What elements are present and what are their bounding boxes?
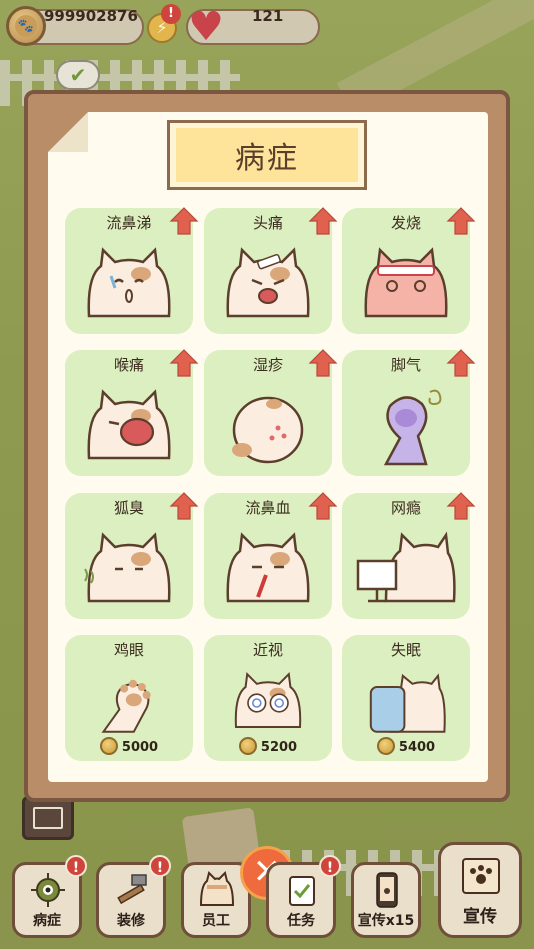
price-amount: 5400 [398, 740, 436, 755]
menu-diseases-button[interactable]: 病症 ! [12, 855, 87, 938]
upgrade-arrow-icon[interactable] [169, 348, 199, 378]
disease-label: 近视 [252, 641, 283, 659]
alert-badge: ! [65, 855, 87, 877]
checklist-icon [289, 876, 315, 906]
unlock-price: 5000 [65, 737, 193, 755]
menu-tasks-button[interactable]: 任务 ! [266, 855, 341, 938]
disease-card-headache[interactable]: 头痛 [204, 208, 332, 334]
disease-card-athletes-foot[interactable]: 脚气 [342, 350, 470, 476]
upgrade-arrow-icon[interactable] [446, 206, 476, 236]
price-amount: 5000 [121, 740, 159, 755]
phone-paw-icon [376, 872, 398, 908]
coin-amount: 999902876 [44, 7, 138, 25]
panel-title-box: 病症 [167, 120, 367, 190]
disease-label: 鸡眼 [113, 641, 144, 659]
upgrade-arrow-icon[interactable] [169, 206, 199, 236]
scroll-paw-icon [462, 858, 500, 894]
cat-body-odor-icon [84, 521, 179, 611]
cat-sore-throat-icon [79, 378, 179, 468]
confirm-check-button[interactable]: ✔ [56, 60, 100, 90]
cat-insomnia-icon [369, 673, 446, 733]
cat-nosebleed-icon [218, 521, 318, 611]
upgrade-arrow-icon[interactable] [169, 491, 199, 521]
cat-myopia-icon [218, 663, 318, 735]
upgrade-arrow-icon[interactable] [308, 206, 338, 236]
disease-card-insomnia[interactable]: 失眠 5400 [342, 635, 470, 761]
heart-amount: 121 [252, 7, 284, 25]
alert-badge: ! [149, 855, 171, 877]
virus-icon [31, 873, 65, 907]
disease-card-eczema[interactable]: 湿疹 [204, 350, 332, 476]
disease-label: 失眠 [390, 641, 421, 659]
upgrade-arrow-icon[interactable] [446, 348, 476, 378]
upgrade-arrow-icon[interactable] [446, 491, 476, 521]
menu-label: 装修 [117, 913, 145, 929]
paper-fold-corner [48, 112, 88, 152]
upgrade-arrow-icon[interactable] [308, 491, 338, 521]
unlock-price: 5200 [204, 737, 332, 755]
disease-card-runny-nose[interactable]: 流鼻涕 [65, 208, 193, 334]
menu-label: 任务 [287, 913, 315, 929]
menu-label: 员工 [202, 913, 230, 929]
disease-card-myopia[interactable]: 近视 5200 [204, 635, 332, 761]
cat-runny-nose-icon [79, 236, 179, 326]
cat-eczema-icon [232, 396, 304, 464]
coin-icon [99, 737, 118, 755]
cat-internet-addiction-icon [356, 531, 456, 603]
disease-card-internet-addiction[interactable]: 网瘾 [342, 493, 470, 619]
upgrade-arrow-icon[interactable] [308, 348, 338, 378]
disease-card-sore-throat[interactable]: 喉痛 [65, 350, 193, 476]
heart-icon: ♥ [188, 4, 224, 50]
disease-card-nosebleed[interactable]: 流鼻血 [204, 493, 332, 619]
alert-badge: ! [319, 855, 341, 877]
menu-label: 宣传 [463, 907, 497, 927]
energy-alert-badge: ! [161, 4, 181, 24]
disease-card-fever[interactable]: 发烧 [342, 208, 470, 334]
coin-icon [238, 737, 257, 755]
coin-icon [376, 737, 395, 755]
price-amount: 5200 [260, 740, 298, 755]
menu-label: 病症 [33, 913, 61, 929]
promote-button[interactable]: 宣传 [438, 842, 522, 938]
hammer-icon [117, 874, 147, 905]
paw-athletes-foot-icon [383, 389, 442, 466]
disease-card-corn[interactable]: 鸡眼 5000 [65, 635, 193, 761]
paw-corn-icon [79, 663, 179, 735]
bookshelf-icon[interactable] [22, 796, 74, 840]
menu-decorate-button[interactable]: 装修 ! [96, 855, 171, 938]
staff-cat-icon [199, 871, 235, 906]
cat-headache-icon [218, 236, 318, 326]
menu-label: 宣传x15 [357, 913, 415, 929]
unlock-price: 5400 [342, 737, 470, 755]
disease-card-body-odor[interactable]: 狐臭 [65, 493, 193, 619]
menu-promote-x15-button[interactable]: 宣传x15 [351, 862, 421, 938]
paw-coin-icon: 🐾 [6, 6, 46, 46]
page-title: 病症 [176, 128, 358, 182]
cat-fever-icon [364, 247, 448, 318]
